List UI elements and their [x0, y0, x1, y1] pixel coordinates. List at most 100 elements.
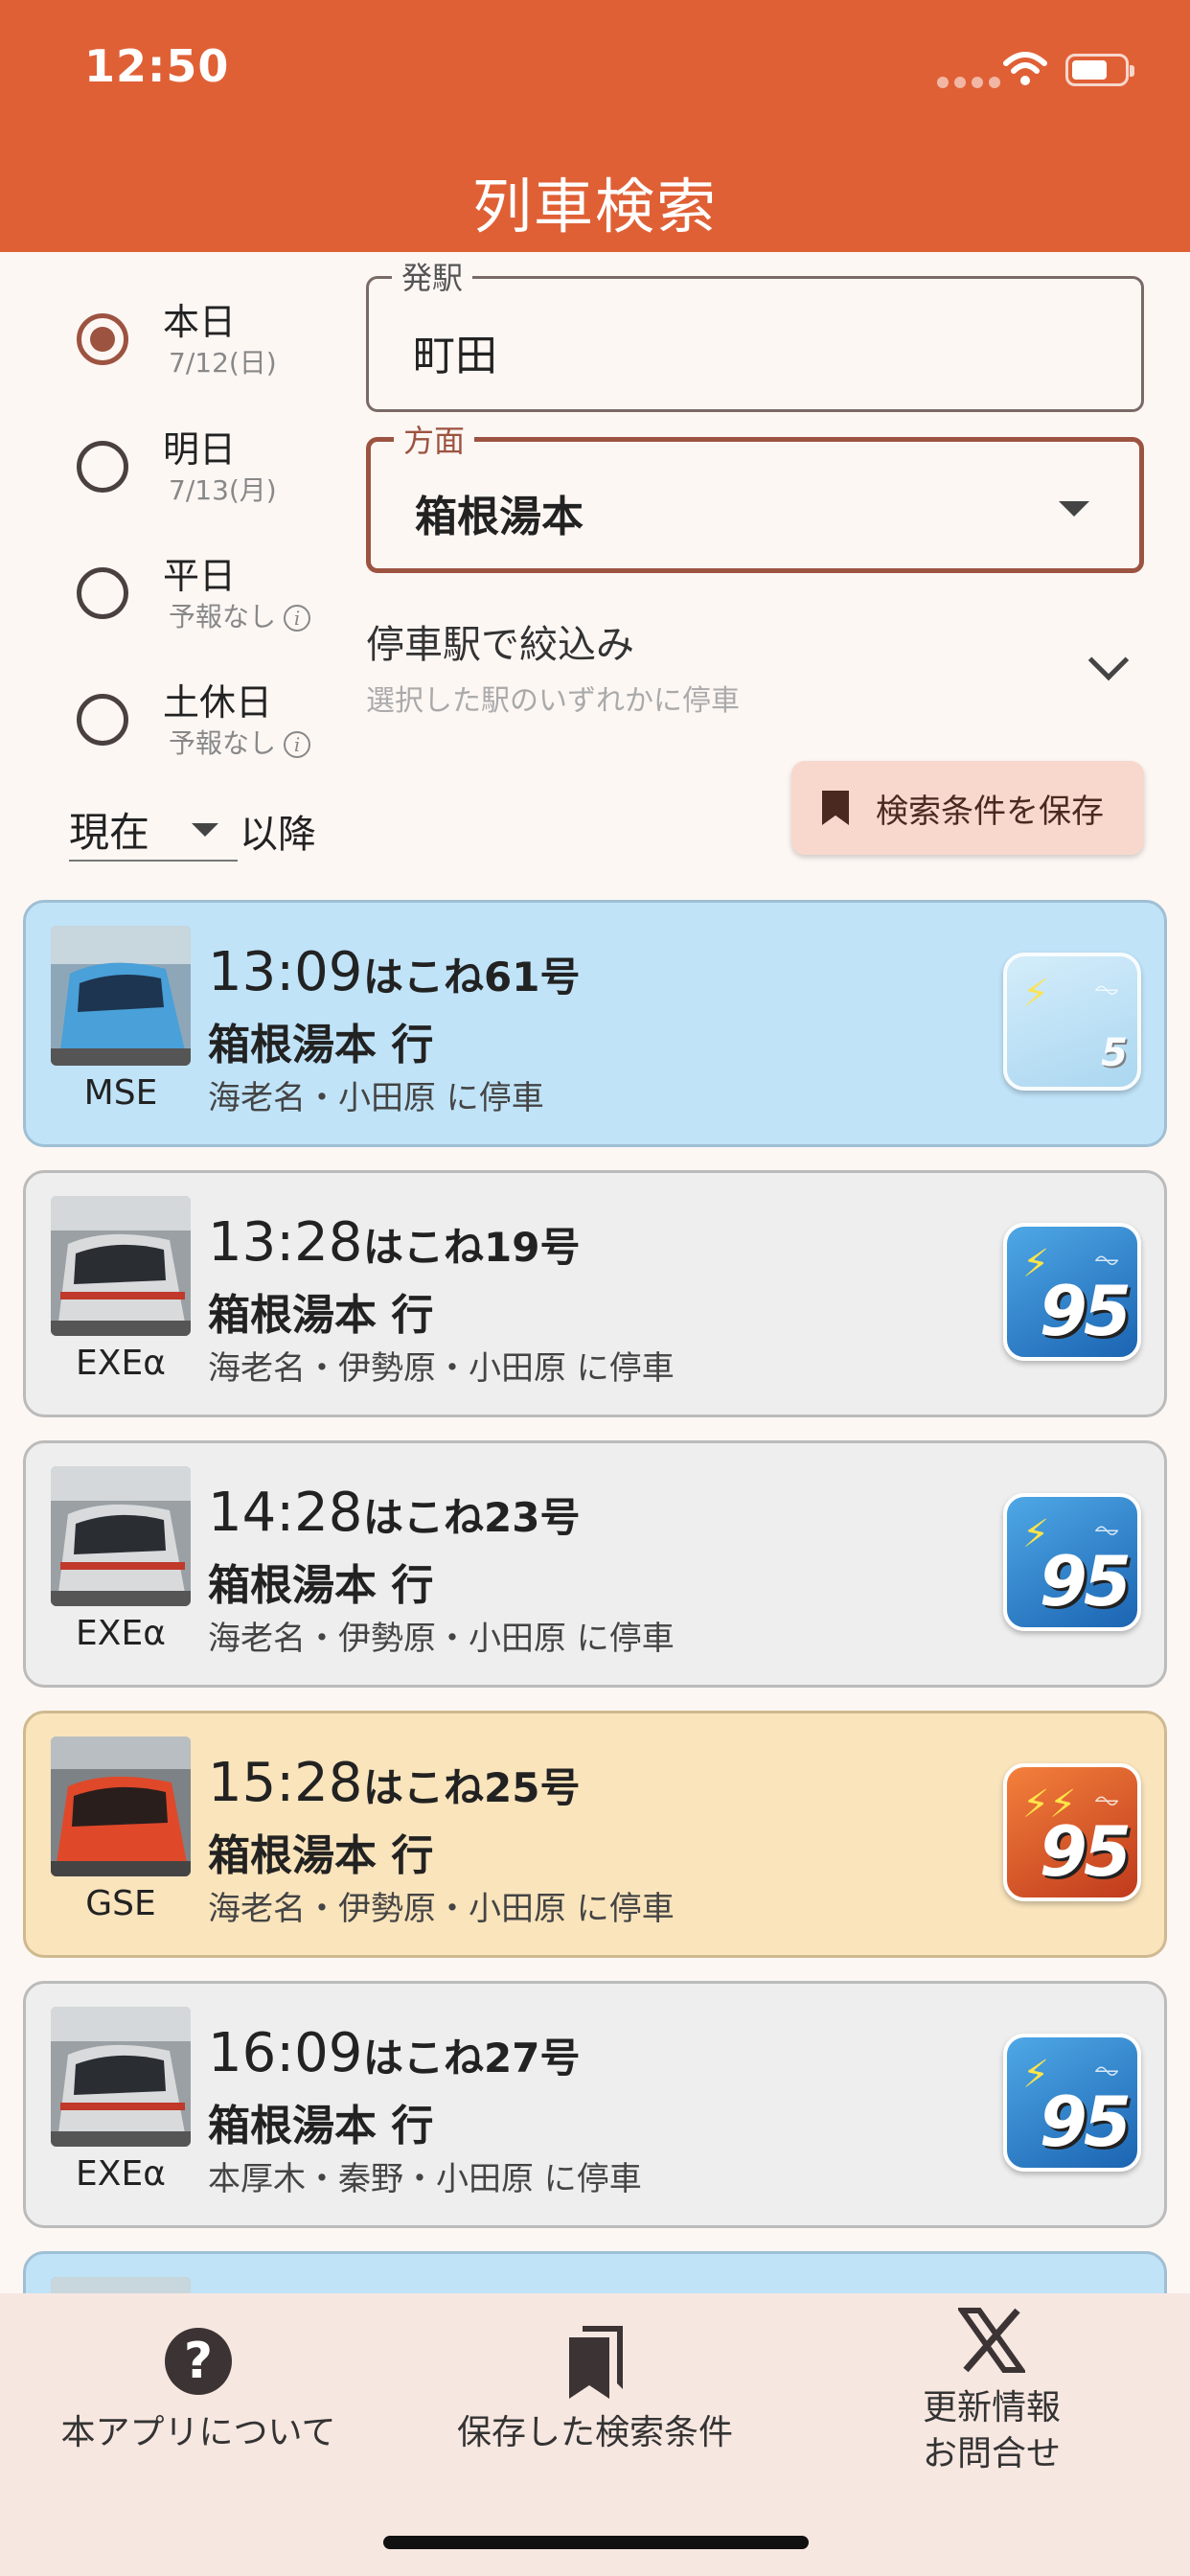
help-icon: ?: [165, 2328, 232, 2395]
train-card[interactable]: GSE 15:28 はこね25号 箱根湯本 行 海老名・伊勢原・小田原 に停車 …: [23, 1711, 1167, 1958]
battery-icon: [1065, 54, 1134, 86]
nav-saved-label: 保存した検索条件: [456, 2413, 733, 2452]
plug-icon: ⏦: [1093, 970, 1120, 1008]
train-type: EXEα: [76, 1614, 166, 1653]
radio-label: 本日: [163, 301, 237, 343]
train-stops: 海老名・伊勢原・小田原 に停車: [208, 1349, 675, 1388]
badge-value: 95: [1039, 2082, 1132, 2162]
power-outlet-badge: ⚡⚡ ⏦ 95: [1003, 1763, 1141, 1901]
nav-about-label: 本アプリについて: [60, 2413, 336, 2452]
train-type: MSE: [83, 1073, 158, 1113]
train-card[interactable]: EXEα 13:28 はこね19号 箱根湯本 行 海老名・伊勢原・小田原 に停車…: [23, 1170, 1167, 1417]
nav-news-label-1: 更新情報: [922, 2388, 1061, 2427]
train-destination: 箱根湯本 行: [208, 2102, 434, 2150]
direction-value: 箱根湯本: [415, 493, 584, 541]
bolt-icon: ⚡: [1022, 972, 1050, 1016]
time-suffix: 以降: [240, 813, 316, 857]
power-outlet-badge: ⚡ ⏦ 95: [1003, 2034, 1141, 2172]
nav-news-label-2: お問合せ: [922, 2434, 1061, 2473]
train-stops: 海老名・小田原 に停車: [208, 1079, 544, 1117]
radio-today[interactable]: 本日 7/12(日): [77, 292, 364, 398]
radio-forecast: 予報なし i: [169, 723, 311, 761]
dropdown-arrow-icon: [1059, 501, 1089, 517]
forecast-text: 予報なし: [169, 601, 277, 632]
train-photo: [51, 2007, 191, 2147]
train-card-partial[interactable]: [23, 2251, 1167, 2293]
save-search-button[interactable]: 検索条件を保存: [791, 761, 1144, 855]
radio-circle[interactable]: [77, 694, 128, 746]
train-card[interactable]: MSE 13:09 はこね61号 箱根湯本 行 海老名・小田原 に停車 ⚡ ⏦ …: [23, 900, 1167, 1147]
power-outlet-badge: ⚡ ⏦ 5: [1003, 953, 1141, 1091]
badge-value: 5: [1101, 1031, 1128, 1075]
departure-time: 13:28: [208, 1211, 363, 1274]
radio-label: 平日: [163, 555, 237, 597]
info-icon[interactable]: i: [284, 731, 311, 758]
page-title: 列車検索: [471, 172, 718, 242]
departure-field[interactable]: 発駅 町田: [366, 254, 1144, 412]
badge-value: 95: [1039, 1541, 1132, 1622]
train-stops: 海老名・伊勢原・小田原 に停車: [208, 1620, 675, 1658]
save-search-label: 検索条件を保存: [876, 792, 1104, 831]
radio-date: 7/13(月): [169, 474, 277, 506]
stop-filter-title: 停車駅で絞込み: [366, 623, 634, 667]
bookmarks-icon: [569, 2326, 623, 2399]
train-name: はこね61号: [363, 954, 581, 1000]
nav-about[interactable]: ? 本アプリについて: [0, 2293, 397, 2542]
train-photo: [51, 2277, 191, 2293]
app-header: 12:50 列車検索: [0, 0, 1190, 252]
train-photo: [51, 926, 191, 1066]
stop-filter-subtitle: 選択した駅のいずれかに停車: [366, 684, 740, 718]
radio-date: 7/12(日): [169, 347, 277, 379]
radio-circle[interactable]: [77, 313, 128, 365]
train-stops: 本厚木・秦野・小田原 に停車: [208, 2160, 642, 2198]
power-outlet-badge: ⚡ ⏦ 95: [1003, 1493, 1141, 1631]
bottom-nav: ? 本アプリについて 保存した検索条件 更新情報 お問合せ: [0, 2293, 1190, 2576]
badge-value: 95: [1039, 1811, 1132, 1892]
info-icon[interactable]: i: [284, 605, 311, 632]
train-type: EXEα: [76, 2154, 166, 2194]
radio-weekday[interactable]: 平日 予報なし i: [77, 546, 364, 652]
train-type: GSE: [85, 1884, 156, 1923]
train-type: EXEα: [76, 1344, 166, 1383]
train-card[interactable]: EXEα 14:28 はこね23号 箱根湯本 行 海老名・伊勢原・小田原 に停車…: [23, 1440, 1167, 1688]
status-time: 12:50: [84, 40, 230, 92]
nav-news[interactable]: 更新情報 お問合せ: [793, 2293, 1190, 2542]
power-outlet-badge: ⚡ ⏦ 95: [1003, 1223, 1141, 1361]
radio-circle[interactable]: [77, 567, 128, 619]
direction-select[interactable]: 方面 箱根湯本: [366, 417, 1144, 573]
departure-time: 15:28: [208, 1752, 363, 1814]
cellular-signal-icon: [937, 77, 1000, 88]
train-photo: [51, 1196, 191, 1336]
radio-tomorrow[interactable]: 明日 7/13(月): [77, 420, 364, 525]
bookmark-add-icon: [822, 791, 849, 825]
departure-time: 13:09: [208, 941, 363, 1003]
train-name: はこね19号: [363, 1224, 581, 1271]
wifi-icon: [1003, 52, 1047, 85]
dropdown-arrow-icon: [192, 823, 218, 837]
radio-label: 明日: [163, 428, 237, 471]
train-stops: 海老名・伊勢原・小田原 に停車: [208, 1890, 675, 1928]
home-indicator[interactable]: [383, 2536, 809, 2549]
departure-label: 発駅: [392, 254, 473, 298]
nav-saved[interactable]: 保存した検索条件: [397, 2293, 793, 2542]
departure-time: 14:28: [208, 1482, 363, 1544]
train-card[interactable]: EXEα 16:09 はこね27号 箱根湯本 行 本厚木・秦野・小田原 に停車 …: [23, 1981, 1167, 2228]
radio-forecast: 予報なし i: [169, 596, 311, 634]
stop-filter-expander[interactable]: 停車駅で絞込み 選択した駅のいずれかに停車: [366, 613, 1152, 719]
train-name: はこね23号: [363, 1494, 581, 1541]
train-photo: [51, 1736, 191, 1876]
time-select[interactable]: 現在: [69, 800, 238, 862]
x-logo-icon: [958, 2308, 1025, 2373]
forecast-text: 予報なし: [169, 727, 277, 759]
train-destination: 箱根湯本 行: [208, 1291, 434, 1340]
train-destination: 箱根湯本 行: [208, 1561, 434, 1610]
radio-circle[interactable]: [77, 441, 128, 493]
radio-holiday[interactable]: 土休日 予報なし i: [77, 673, 364, 778]
train-destination: 箱根湯本 行: [208, 1021, 434, 1070]
radio-label: 土休日: [163, 681, 273, 724]
train-photo: [51, 1466, 191, 1606]
departure-time: 16:09: [208, 2022, 363, 2084]
train-list[interactable]: MSE 13:09 はこね61号 箱根湯本 行 海老名・小田原 に停車 ⚡ ⏦ …: [0, 896, 1190, 2293]
badge-value: 95: [1039, 1271, 1132, 1351]
time-select-value: 現在: [69, 809, 150, 856]
